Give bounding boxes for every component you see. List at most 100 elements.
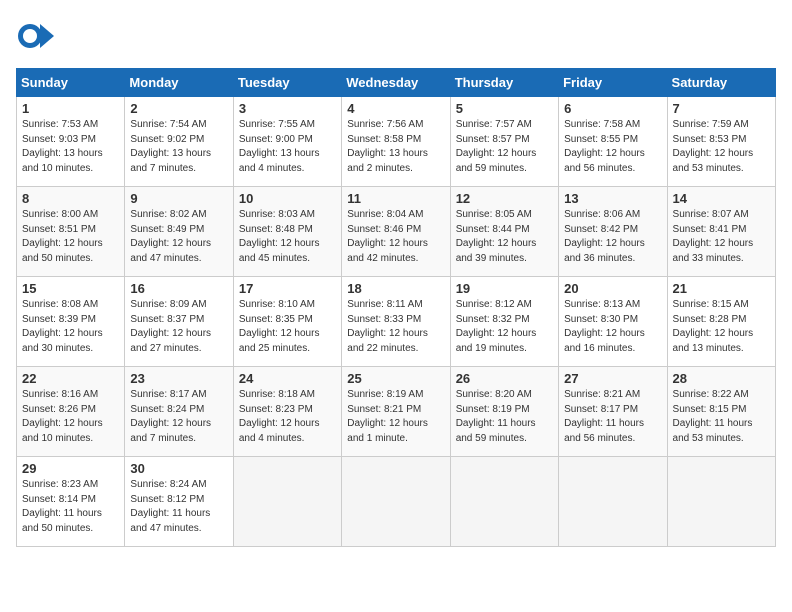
day-number: 14 — [673, 191, 770, 206]
day-info: Sunrise: 8:19 AM Sunset: 8:21 PM Dayligh… — [347, 388, 444, 446]
calendar-week-row: 29 Sunrise: 8:23 AM Sunset: 8:14 PM Dayli… — [17, 457, 776, 547]
calendar-cell: 20Sunrise: 8:13 AM Sunset: 8:30 PM Dayli… — [559, 277, 667, 367]
calendar-cell: 1 Sunrise: 7:53 AM Sunset: 9:03 PM Daylig… — [17, 97, 125, 187]
calendar-cell: 3 Sunrise: 7:55 AM Sunset: 9:00 PM Daylig… — [233, 97, 341, 187]
day-info: Sunrise: 8:05 AM Sunset: 8:44 PM Dayligh… — [456, 208, 553, 266]
calendar-cell: 17 Sunrise: 8:10 AM Sunset: 8:35 PM Dayli… — [233, 277, 341, 367]
calendar-header-row: Sunday Monday Tuesday Wednesday Thursday… — [17, 69, 776, 97]
day-info: Sunrise: 8:06 AM Sunset: 8:42 PM Dayligh… — [564, 208, 661, 266]
col-wednesday: Wednesday — [342, 69, 450, 97]
calendar-cell: 22 Sunrise: 8:16 AM Sunset: 8:26 PM Dayli… — [17, 367, 125, 457]
day-info: Sunrise: 8:03 AM Sunset: 8:48 PM Dayligh… — [239, 208, 336, 266]
calendar-cell: 13 Sunrise: 8:06 AM Sunset: 8:42 PM Dayli… — [559, 187, 667, 277]
calendar-cell — [559, 457, 667, 547]
calendar-week-row: 8 Sunrise: 8:00 AM Sunset: 8:51 PM Daylig… — [17, 187, 776, 277]
logo — [16, 16, 60, 56]
calendar-cell: 28 Sunrise: 8:22 AM Sunset: 8:15 PM Dayli… — [667, 367, 775, 457]
calendar-cell: 8 Sunrise: 8:00 AM Sunset: 8:51 PM Daylig… — [17, 187, 125, 277]
calendar-cell: 26 Sunrise: 8:20 AM Sunset: 8:19 PM Dayli… — [450, 367, 558, 457]
day-info: Sunrise: 8:07 AM Sunset: 8:41 PM Dayligh… — [673, 208, 770, 266]
day-number: 8 — [22, 191, 119, 206]
calendar-cell: 15Sunrise: 8:08 AM Sunset: 8:39 PM Dayli… — [17, 277, 125, 367]
day-number: 19 — [456, 281, 553, 296]
day-info: Sunrise: 8:13 AM Sunset: 8:30 PM Dayligh… — [564, 298, 661, 356]
day-info: Sunrise: 7:55 AM Sunset: 9:00 PM Dayligh… — [239, 118, 336, 176]
day-number: 22 — [22, 371, 119, 386]
day-info: Sunrise: 7:56 AM Sunset: 8:58 PM Dayligh… — [347, 118, 444, 176]
calendar-week-row: 22 Sunrise: 8:16 AM Sunset: 8:26 PM Dayli… — [17, 367, 776, 457]
day-number: 29 — [22, 461, 119, 476]
day-info: Sunrise: 8:10 AM Sunset: 8:35 PM Dayligh… — [239, 298, 336, 356]
page-header — [16, 16, 776, 56]
calendar-cell — [342, 457, 450, 547]
day-info: Sunrise: 7:54 AM Sunset: 9:02 PM Dayligh… — [130, 118, 227, 176]
calendar-week-row: 1 Sunrise: 7:53 AM Sunset: 9:03 PM Daylig… — [17, 97, 776, 187]
day-number: 13 — [564, 191, 661, 206]
day-info: Sunrise: 8:17 AM Sunset: 8:24 PM Dayligh… — [130, 388, 227, 446]
day-number: 4 — [347, 101, 444, 116]
calendar-cell: 7 Sunrise: 7:59 AM Sunset: 8:53 PM Daylig… — [667, 97, 775, 187]
col-sunday: Sunday — [17, 69, 125, 97]
day-info: Sunrise: 8:04 AM Sunset: 8:46 PM Dayligh… — [347, 208, 444, 266]
calendar-cell: 11Sunrise: 8:04 AM Sunset: 8:46 PM Dayli… — [342, 187, 450, 277]
calendar-cell: 2 Sunrise: 7:54 AM Sunset: 9:02 PM Daylig… — [125, 97, 233, 187]
day-info: Sunrise: 8:18 AM Sunset: 8:23 PM Dayligh… — [239, 388, 336, 446]
day-number: 1 — [22, 101, 119, 116]
day-number: 24 — [239, 371, 336, 386]
day-number: 30 — [130, 461, 227, 476]
day-number: 21 — [673, 281, 770, 296]
day-info: Sunrise: 8:21 AM Sunset: 8:17 PM Dayligh… — [564, 388, 661, 446]
calendar-table: Sunday Monday Tuesday Wednesday Thursday… — [16, 68, 776, 547]
col-friday: Friday — [559, 69, 667, 97]
calendar-cell: 9 Sunrise: 8:02 AM Sunset: 8:49 PM Daylig… — [125, 187, 233, 277]
day-number: 9 — [130, 191, 227, 206]
day-number: 10 — [239, 191, 336, 206]
day-info: Sunrise: 8:15 AM Sunset: 8:28 PM Dayligh… — [673, 298, 770, 356]
col-thursday: Thursday — [450, 69, 558, 97]
day-number: 7 — [673, 101, 770, 116]
day-number: 3 — [239, 101, 336, 116]
calendar-cell: 14 Sunrise: 8:07 AM Sunset: 8:41 PM Dayli… — [667, 187, 775, 277]
calendar-cell: 6 Sunrise: 7:58 AM Sunset: 8:55 PM Daylig… — [559, 97, 667, 187]
day-info: Sunrise: 8:11 AM Sunset: 8:33 PM Dayligh… — [347, 298, 444, 356]
day-info: Sunrise: 8:12 AM Sunset: 8:32 PM Dayligh… — [456, 298, 553, 356]
col-monday: Monday — [125, 69, 233, 97]
day-number: 5 — [456, 101, 553, 116]
day-info: Sunrise: 8:16 AM Sunset: 8:26 PM Dayligh… — [22, 388, 119, 446]
calendar-cell: 5 Sunrise: 7:57 AM Sunset: 8:57 PM Daylig… — [450, 97, 558, 187]
day-number: 27 — [564, 371, 661, 386]
day-info: Sunrise: 8:02 AM Sunset: 8:49 PM Dayligh… — [130, 208, 227, 266]
day-info: Sunrise: 8:20 AM Sunset: 8:19 PM Dayligh… — [456, 388, 553, 446]
day-number: 15 — [22, 281, 119, 296]
day-number: 17 — [239, 281, 336, 296]
day-info: Sunrise: 8:22 AM Sunset: 8:15 PM Dayligh… — [673, 388, 770, 446]
day-info: Sunrise: 8:23 AM Sunset: 8:14 PM Dayligh… — [22, 478, 119, 536]
calendar-cell — [450, 457, 558, 547]
day-info: Sunrise: 7:53 AM Sunset: 9:03 PM Dayligh… — [22, 118, 119, 176]
calendar-week-row: 15Sunrise: 8:08 AM Sunset: 8:39 PM Dayli… — [17, 277, 776, 367]
calendar-cell: 21 Sunrise: 8:15 AM Sunset: 8:28 PM Dayli… — [667, 277, 775, 367]
day-number: 6 — [564, 101, 661, 116]
calendar-cell: 30 Sunrise: 8:24 AM Sunset: 8:12 PM Dayli… — [125, 457, 233, 547]
day-number: 23 — [130, 371, 227, 386]
calendar-cell: 24 Sunrise: 8:18 AM Sunset: 8:23 PM Dayli… — [233, 367, 341, 457]
day-info: Sunrise: 8:09 AM Sunset: 8:37 PM Dayligh… — [130, 298, 227, 356]
calendar-cell: 10 Sunrise: 8:03 AM Sunset: 8:48 PM Dayli… — [233, 187, 341, 277]
calendar-cell — [667, 457, 775, 547]
day-info: Sunrise: 7:58 AM Sunset: 8:55 PM Dayligh… — [564, 118, 661, 176]
day-number: 2 — [130, 101, 227, 116]
calendar-cell: 4 Sunrise: 7:56 AM Sunset: 8:58 PM Daylig… — [342, 97, 450, 187]
day-info: Sunrise: 7:59 AM Sunset: 8:53 PM Dayligh… — [673, 118, 770, 176]
calendar-cell: 29 Sunrise: 8:23 AM Sunset: 8:14 PM Dayli… — [17, 457, 125, 547]
day-number: 28 — [673, 371, 770, 386]
calendar-cell: 18Sunrise: 8:11 AM Sunset: 8:33 PM Dayli… — [342, 277, 450, 367]
calendar-cell: 19 Sunrise: 8:12 AM Sunset: 8:32 PM Dayli… — [450, 277, 558, 367]
day-number: 26 — [456, 371, 553, 386]
calendar-cell: 16 Sunrise: 8:09 AM Sunset: 8:37 PM Dayli… — [125, 277, 233, 367]
day-info: Sunrise: 8:24 AM Sunset: 8:12 PM Dayligh… — [130, 478, 227, 536]
calendar-cell: 25 Sunrise: 8:19 AM Sunset: 8:21 PM Dayli… — [342, 367, 450, 457]
day-number: 25 — [347, 371, 444, 386]
day-number: 16 — [130, 281, 227, 296]
day-info: Sunrise: 7:57 AM Sunset: 8:57 PM Dayligh… — [456, 118, 553, 176]
day-info: Sunrise: 8:00 AM Sunset: 8:51 PM Dayligh… — [22, 208, 119, 266]
